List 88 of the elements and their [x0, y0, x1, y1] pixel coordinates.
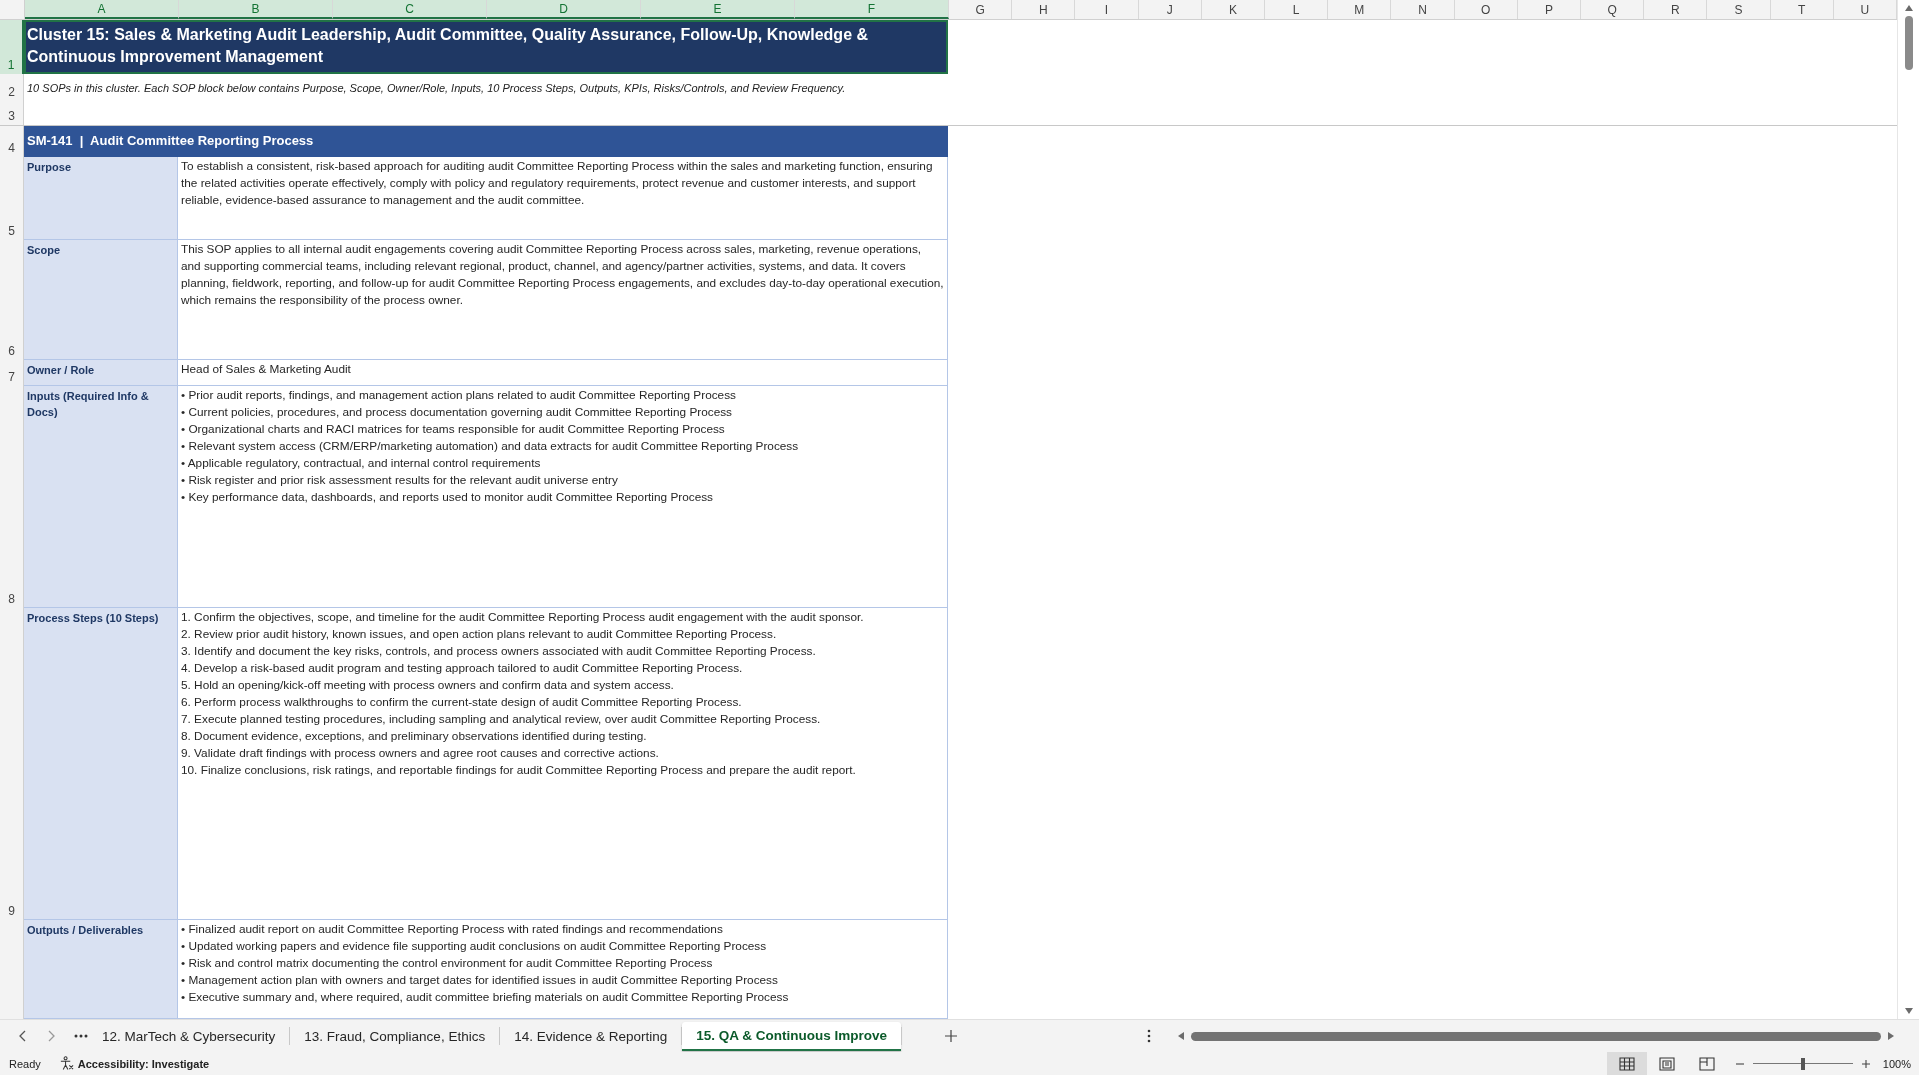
column-header[interactable]: L [1265, 0, 1329, 19]
page-break-icon [1698, 1056, 1715, 1071]
list-item: 4. Develop a risk-based audit program and testing approach tailored to audit Committee Reporting Process. [181, 660, 744, 677]
more-icon[interactable] [74, 1034, 88, 1038]
list-item: • Updated working papers and evidence file supporting audit conclusions on audit Committee Reporting Process [181, 938, 768, 955]
add-sheet-icon[interactable] [944, 1029, 959, 1043]
list-item: • Relevant system access (CRM/ERP/marketing automation) and data extracts for audit Committee Reporting Process [181, 438, 800, 455]
list-item: 10. Finalize conclusions, risk ratings, and reportable findings for audit Committee Reporting Process and prepare the audit report. [181, 762, 857, 779]
page-icon [1658, 1056, 1675, 1071]
list-item: • Risk and control matrix documenting the control environment for audit Committee Reporting Process [181, 955, 714, 972]
normal-view-button[interactable] [1606, 1052, 1647, 1075]
column-header[interactable]: S [1707, 0, 1771, 19]
list-item: • Current policies, procedures, and process documentation governing audit Committee Reporting Process [181, 404, 733, 421]
zoom-level[interactable]: 100% [1882, 1057, 1911, 1070]
column-header[interactable]: A [25, 0, 179, 19]
list-item: 5. Hold an opening/kick-off meeting with process owners and confirm data and system access. [181, 677, 675, 694]
column-header[interactable]: B [179, 0, 333, 19]
scroll-down-icon[interactable] [1903, 1007, 1914, 1015]
list-item: • Executive summary and, where required, audit committee briefing materials on audit Committee Reporting Process [181, 989, 790, 1006]
scrollbar-thumb[interactable] [1191, 1031, 1881, 1041]
field-label: Outputs / Deliverables [24, 920, 178, 1019]
grid-icon [1618, 1056, 1635, 1071]
sheet-tab[interactable]: 12. MarTech & Cybersecurity [88, 1022, 290, 1050]
more-vertical-icon[interactable] [1147, 1029, 1151, 1043]
list-item: 2. Review prior audit history, known issues, and open action plans relevant to audit Committee Reporting Process. [181, 626, 778, 643]
list-item: • Applicable regulatory, contractual, and internal control requirements [181, 455, 542, 472]
sheet-tab[interactable]: 14. Evidence & Reporting [500, 1022, 682, 1050]
list-item: 1. Confirm the objectives, scope, and timeline for the audit Committee Reporting Process audit engagement with the audit sponsor. [181, 609, 865, 626]
sop-header: SM-141 | Audit Committee Reporting Process [24, 126, 948, 157]
list-item: • Risk register and prior risk assessment results for the relevant audit universe entry [181, 472, 619, 489]
list-item: • Finalized audit report on audit Committee Reporting Process with rated findings and recommendations [181, 921, 724, 938]
column-header[interactable]: F [795, 0, 949, 19]
sheet-note: 10 SOPs in this cluster. Each SOP block below contains Purpose, Scope, Owner/Role, Inputs, 10 Process Steps, Outputs, KPIs, Risks/Controls, and Review Frequency. [26, 81, 847, 96]
row-header[interactable]: 6 [0, 240, 24, 360]
column-header[interactable]: J [1138, 0, 1202, 19]
field-label: Owner / Role [24, 360, 178, 386]
list-item: • Prior audit reports, findings, and management action plans related to audit Committee Reporting Process [181, 387, 737, 404]
column-header[interactable]: P [1517, 0, 1582, 19]
chevron-left-icon[interactable] [18, 1030, 28, 1042]
row-header[interactable]: 1 [0, 20, 24, 74]
row-header[interactable]: 9 [0, 608, 24, 920]
row-header[interactable]: 7 [0, 360, 24, 386]
row-header[interactable]: 4 [0, 126, 24, 157]
sheet-title: Cluster 15: Sales & Marketing Audit Leadership, Audit Committee, Quality Assurance, Follow-Up, Knowledge & Continuous Improvement Management [24, 20, 948, 74]
column-header[interactable]: E [641, 0, 795, 19]
status-text: Ready [9, 1057, 41, 1070]
column-header[interactable]: D [487, 0, 641, 19]
column-header[interactable]: N [1391, 0, 1455, 19]
accessibility-status[interactable]: Accessibility: Investigate [77, 1057, 210, 1070]
column-header[interactable]: G [949, 0, 1013, 19]
column-header[interactable]: R [1644, 0, 1708, 19]
row-header[interactable]: 2 [0, 74, 24, 101]
column-header[interactable]: H [1012, 0, 1076, 19]
field-label: Purpose [24, 157, 178, 240]
list-item: 7. Execute planned testing procedures, including sampling and analytical review, over audit Committee Reporting Process. [181, 711, 822, 728]
column-header[interactable]: O [1454, 0, 1518, 19]
list-item: 9. Validate draft findings with process owners and agree root causes and corrective actions. [181, 745, 660, 762]
zoom-slider-thumb[interactable] [1800, 1057, 1805, 1070]
field-label: Inputs (Required Info & Docs) [24, 386, 178, 608]
list-item: • Management action plan with owners and target dates for identified issues in audit Committee Reporting Process [181, 972, 779, 989]
row-header[interactable]: 8 [0, 386, 24, 608]
scroll-left-icon[interactable] [1177, 1031, 1185, 1041]
field-text: To establish a consistent, risk-based approach for auditing audit Committee Reporting Process within the sales and marketing function, ensuring the related activities operate effectively, comply with policy and regulatory requirements, protect revenue and customer interests, and support reliable, evidence-based assurance to management and the audit committee. [178, 157, 948, 240]
row-header[interactable]: 5 [0, 157, 24, 240]
list-item: 8. Document evidence, exceptions, and preliminary observations identified during testing. [181, 728, 648, 745]
column-header[interactable]: Q [1581, 0, 1645, 19]
field-label: Process Steps (10 Steps) [24, 608, 178, 920]
list-item: 3. Identify and document the key risks, controls, and process owners associated with audit Committee Reporting Process. [181, 643, 817, 660]
zoom-in-icon[interactable] [1860, 1058, 1871, 1069]
field-text: This SOP applies to all internal audit engagements covering audit Committee Reporting Process across sales, marketing, revenue operations, and supporting commercial teams, including relevant regional, product, channel, and agency/partner activities, systems, and data. It covers planning, fieldwork, reporting, and follow-up for audit Committee Reporting Process engagements, and excludes day-to-day operational execution, which remains the responsibility of the process owner. [178, 240, 948, 360]
field-text: Head of Sales & Marketing Audit [178, 360, 948, 386]
field-label: Scope [24, 240, 178, 360]
list-item: 6. Perform process walkthroughs to confirm the current-state design of audit Committee Reporting Process. [181, 694, 743, 711]
sheet-tab[interactable]: 15. QA & Continuous Improve [682, 1021, 902, 1051]
scrollbar-thumb[interactable] [1904, 16, 1913, 70]
column-header[interactable]: M [1328, 0, 1392, 19]
scroll-right-icon[interactable] [1887, 1031, 1895, 1041]
column-header[interactable]: I [1075, 0, 1139, 19]
list-item: • Key performance data, dashboards, and reports used to monitor audit Committee Reporting Process [181, 489, 714, 506]
scroll-up-icon[interactable] [1903, 4, 1914, 12]
column-header[interactable]: T [1770, 0, 1834, 19]
accessibility-icon[interactable] [58, 1056, 74, 1071]
chevron-right-icon[interactable] [46, 1030, 56, 1042]
column-header[interactable]: C [333, 0, 487, 19]
row-header[interactable]: 3 [0, 101, 24, 125]
column-header[interactable]: K [1201, 0, 1265, 19]
list-item: • Organizational charts and RACI matrices for teams responsible for audit Committee Reporting Process [181, 421, 726, 438]
sheet-tab[interactable]: 13. Fraud, Compliance, Ethics [290, 1022, 500, 1050]
